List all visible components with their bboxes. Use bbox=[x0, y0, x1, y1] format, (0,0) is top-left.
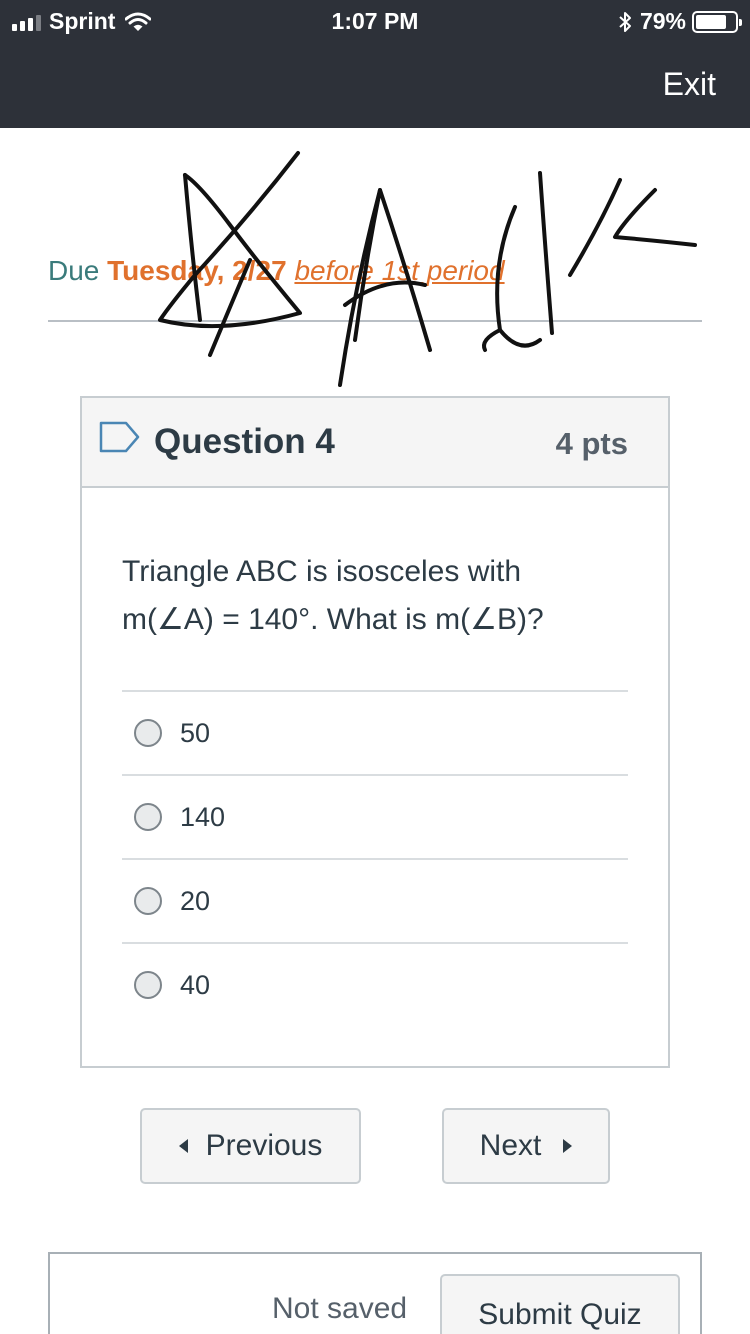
caret-left-icon bbox=[178, 1139, 188, 1153]
next-label: Next bbox=[479, 1129, 542, 1162]
quiz-footer: Not saved Submit Quiz bbox=[48, 1252, 702, 1334]
divider bbox=[48, 320, 702, 322]
submit-label: Submit Quiz bbox=[478, 1298, 642, 1331]
bluetooth-icon bbox=[619, 11, 631, 32]
radio-button[interactable] bbox=[134, 719, 162, 747]
battery-percent: 79% bbox=[639, 8, 686, 34]
status-right: 79% bbox=[618, 8, 742, 35]
battery-icon bbox=[692, 10, 742, 33]
question-card: Question 4 4 pts Triangle ABC is isoscel… bbox=[80, 396, 670, 1068]
answer-label: 20 bbox=[180, 885, 211, 916]
submit-quiz-button[interactable]: Submit Quiz bbox=[440, 1274, 680, 1334]
caret-right-icon bbox=[563, 1139, 573, 1153]
save-status: Not saved bbox=[272, 1292, 408, 1325]
answer-label: 40 bbox=[180, 969, 211, 1000]
answer-label: 50 bbox=[180, 717, 211, 748]
radio-button[interactable] bbox=[134, 971, 162, 999]
previous-button[interactable]: Previous bbox=[140, 1108, 361, 1184]
answer-option[interactable]: 20 bbox=[122, 858, 628, 942]
quiz-header: Exit bbox=[0, 40, 750, 128]
answer-list: 50 140 20 40 bbox=[122, 690, 628, 1026]
question-points: 4 pts bbox=[555, 426, 628, 461]
due-period: before 1st period bbox=[294, 255, 505, 286]
battery-fill bbox=[696, 14, 727, 29]
answer-option[interactable]: 50 bbox=[122, 690, 628, 774]
exit-button[interactable]: Exit bbox=[663, 66, 716, 103]
due-date-line: Due Tuesday, 2/27 before 1st period bbox=[48, 255, 505, 287]
radio-button[interactable] bbox=[134, 803, 162, 831]
previous-label: Previous bbox=[205, 1129, 323, 1162]
next-button[interactable]: Next bbox=[442, 1108, 610, 1184]
answer-option[interactable]: 40 bbox=[122, 942, 628, 1026]
due-date: Tuesday, 2/27 bbox=[107, 255, 287, 286]
question-title: Question 4 bbox=[154, 422, 335, 461]
question-text: Triangle ABC is isosceles with m(∠A) = 1… bbox=[122, 555, 544, 636]
question-header: Question 4 4 pts bbox=[82, 398, 668, 488]
answer-label: 140 bbox=[180, 801, 226, 832]
radio-button[interactable] bbox=[134, 887, 162, 915]
due-label: Due bbox=[48, 255, 100, 286]
flag-question-icon[interactable] bbox=[98, 420, 142, 454]
status-bar: Sprint 1:07 PM 79% bbox=[0, 0, 750, 40]
answer-option[interactable]: 140 bbox=[122, 774, 628, 858]
